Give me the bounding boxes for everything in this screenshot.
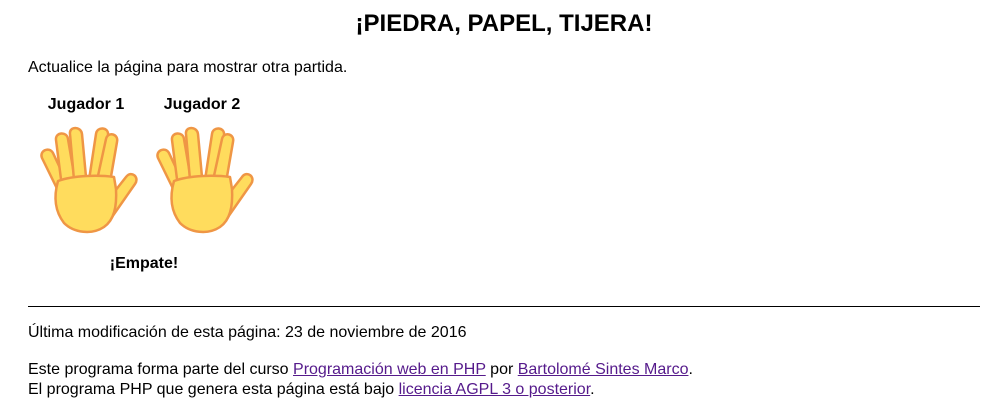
player-1-hand [28, 125, 144, 235]
page-title: ¡PIEDRA, PAPEL, TIJERA! [355, 10, 653, 37]
author-link[interactable]: Bartolomé Sintes Marco [518, 361, 689, 378]
player-1-label: Jugador 1 [47, 96, 125, 113]
credits-suffix: . [688, 361, 693, 378]
license-link[interactable]: licencia AGPL 3 o posterior [399, 381, 591, 398]
last-modified-text: Última modificación de esta página: 23 d… [28, 324, 467, 341]
footer-divider [28, 306, 980, 307]
instructions-text: Actualice la página para mostrar otra pa… [28, 59, 348, 76]
player-2-hand [144, 125, 260, 235]
credits-middle: por [485, 361, 518, 378]
credits-prefix: Este programa forma parte del curso [28, 361, 294, 378]
vulcan-salute-hand-icon [40, 126, 138, 234]
game-result: ¡Empate! [109, 255, 179, 272]
license-suffix: . [590, 381, 595, 398]
credits-text: Este programa forma parte del curso Prog… [28, 360, 693, 400]
license-prefix: El programa PHP que genera esta página e… [28, 381, 399, 398]
vulcan-salute-hand-icon [156, 126, 254, 234]
course-link[interactable]: Programación web en PHP [293, 361, 486, 378]
player-2-label: Jugador 2 [163, 96, 241, 113]
